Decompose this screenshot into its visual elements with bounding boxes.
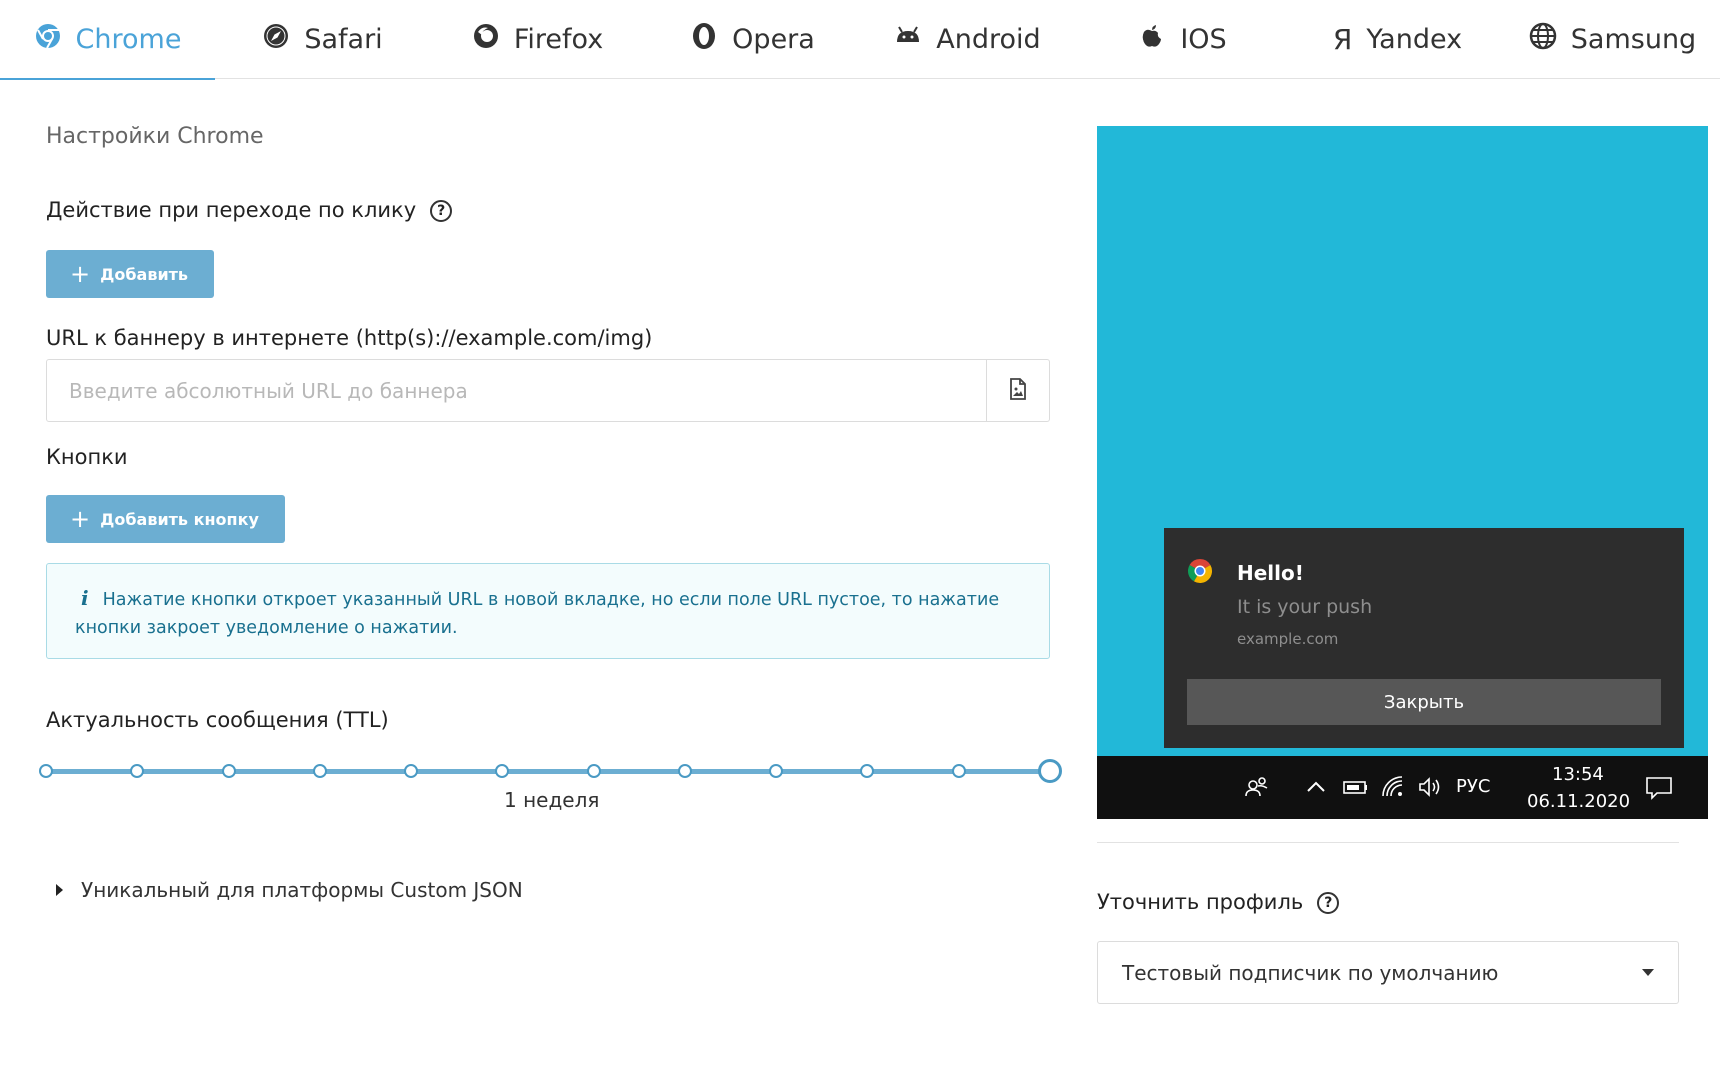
notification-close-button[interactable]: Закрыть bbox=[1187, 679, 1661, 725]
profile-select-value: Тестовый подписчик по умолчанию bbox=[1122, 960, 1499, 985]
tab-label: Chrome bbox=[75, 24, 182, 55]
slider-step[interactable] bbox=[586, 764, 601, 778]
slider-step[interactable] bbox=[495, 764, 510, 778]
chevron-up-icon bbox=[1305, 774, 1327, 804]
slider-step[interactable] bbox=[130, 764, 145, 778]
tab-safari[interactable]: Safari bbox=[215, 0, 430, 79]
tab-firefox[interactable]: Firefox bbox=[430, 0, 645, 79]
slider-step[interactable] bbox=[39, 764, 53, 778]
opera-icon bbox=[690, 22, 718, 57]
tab-ios[interactable]: IOS bbox=[1075, 0, 1290, 79]
tab-label: Yandex bbox=[1366, 24, 1463, 55]
tab-label: Opera bbox=[732, 24, 815, 55]
notification-title: Hello! bbox=[1237, 561, 1304, 585]
banner-file-button[interactable] bbox=[986, 360, 1049, 421]
add-action-label: Добавить bbox=[100, 264, 189, 284]
slider-step[interactable] bbox=[221, 764, 236, 778]
tab-label: IOS bbox=[1180, 24, 1227, 55]
taskbar-time: 13:54 bbox=[1552, 764, 1604, 785]
help-icon[interactable]: ? bbox=[430, 200, 453, 222]
info-text: Нажатие кнопки откроет указанный URL в н… bbox=[75, 590, 1000, 638]
image-file-icon bbox=[1008, 377, 1028, 404]
add-button-button[interactable]: + Добавить кнопку bbox=[46, 495, 285, 543]
android-icon bbox=[894, 22, 922, 57]
tab-opera[interactable]: Opera bbox=[645, 0, 860, 79]
slider-track bbox=[46, 769, 1050, 774]
notification-preview: Hello! It is your push example.com Закры… bbox=[1097, 126, 1708, 819]
slider-handle[interactable] bbox=[1038, 759, 1062, 783]
slider-step[interactable] bbox=[677, 764, 692, 778]
firefox-icon bbox=[472, 22, 500, 57]
tab-yandex[interactable]: Я Yandex bbox=[1290, 0, 1505, 79]
language-indicator: РУС bbox=[1456, 776, 1491, 797]
profile-label: Уточнить профиль? bbox=[1097, 890, 1340, 914]
slider-step[interactable] bbox=[312, 764, 327, 778]
tab-chrome[interactable]: Chrome bbox=[0, 0, 215, 80]
apple-icon bbox=[1138, 22, 1166, 57]
slider-step[interactable] bbox=[860, 764, 875, 778]
add-action-button[interactable]: + Добавить bbox=[46, 250, 215, 298]
yandex-icon: Я bbox=[1332, 23, 1353, 56]
ttl-value: 1 неделя bbox=[504, 788, 600, 812]
help-icon[interactable]: ? bbox=[1317, 892, 1340, 914]
banner-url-input[interactable] bbox=[47, 360, 986, 421]
click-action-text: Действие при переходе по клику bbox=[46, 198, 417, 222]
info-box: i Нажатие кнопки откроет указанный URL в … bbox=[46, 563, 1050, 659]
ttl-label: Актуальность сообщения (TTL) bbox=[46, 708, 389, 732]
wifi-icon bbox=[1380, 774, 1406, 804]
caret-down-icon bbox=[1642, 969, 1654, 976]
push-notification: Hello! It is your push example.com Закры… bbox=[1164, 528, 1684, 748]
banner-url-label: URL к баннеру в интернете (http(s)://exa… bbox=[46, 326, 653, 350]
plus-icon: + bbox=[70, 260, 91, 288]
banner-url-field bbox=[46, 359, 1050, 422]
action-center-icon bbox=[1644, 774, 1674, 804]
chrome-logo-icon bbox=[1187, 558, 1213, 584]
windows-taskbar: РУС 13:54 06.11.2020 bbox=[1097, 756, 1708, 819]
volume-icon bbox=[1417, 774, 1445, 804]
slider-step[interactable] bbox=[951, 764, 966, 778]
slider-step[interactable] bbox=[769, 764, 784, 778]
notification-site: example.com bbox=[1237, 630, 1339, 648]
custom-json-label: Уникальный для платформы Custom JSON bbox=[81, 878, 523, 902]
tab-label: Android bbox=[936, 24, 1041, 55]
chrome-icon bbox=[34, 22, 62, 57]
buttons-label: Кнопки bbox=[46, 445, 128, 469]
profile-select[interactable]: Тестовый подписчик по умолчанию bbox=[1097, 941, 1679, 1004]
globe-icon bbox=[1529, 22, 1557, 57]
tab-android[interactable]: Android bbox=[860, 0, 1075, 79]
safari-icon bbox=[262, 22, 290, 57]
profile-label-text: Уточнить профиль bbox=[1097, 890, 1304, 914]
tab-samsung[interactable]: Samsung bbox=[1505, 0, 1720, 79]
add-button-label: Добавить кнопку bbox=[100, 509, 259, 529]
caret-right-icon bbox=[56, 884, 63, 896]
people-icon bbox=[1244, 774, 1270, 804]
taskbar-date: 06.11.2020 bbox=[1527, 791, 1631, 812]
custom-json-toggle[interactable]: Уникальный для платформы Custom JSON bbox=[56, 878, 523, 902]
tab-label: Safari bbox=[304, 24, 383, 55]
divider bbox=[1097, 842, 1679, 843]
info-icon: i bbox=[81, 586, 89, 610]
tab-label: Firefox bbox=[513, 24, 604, 55]
ttl-slider[interactable] bbox=[39, 759, 1062, 783]
plus-icon: + bbox=[70, 505, 91, 533]
browser-tabs: Chrome Safari Firefox Opera Android IOS … bbox=[0, 0, 1720, 80]
tab-label: Samsung bbox=[1570, 24, 1697, 55]
slider-step[interactable] bbox=[404, 764, 419, 778]
battery-icon bbox=[1342, 774, 1370, 804]
click-action-label: Действие при переходе по клику? bbox=[46, 198, 453, 222]
notification-body: It is your push bbox=[1237, 596, 1373, 618]
section-title: Настройки Chrome bbox=[46, 124, 264, 149]
